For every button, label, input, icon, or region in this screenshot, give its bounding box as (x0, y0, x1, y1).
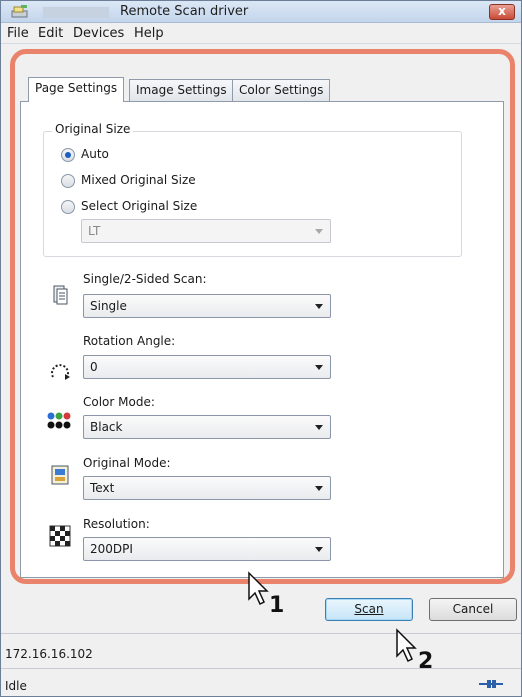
scan-button-label: Scan (354, 602, 384, 616)
title-bar[interactable]: Remote Scan driver x (1, 1, 521, 23)
rotation-icon (51, 364, 70, 380)
menu-devices[interactable]: Devices (73, 26, 124, 41)
scan-button[interactable]: Scan (325, 598, 413, 621)
sided-scan-select[interactable]: Single (83, 294, 331, 318)
radio-mixed-label: Mixed Original Size (81, 173, 196, 187)
original-size-label: Original Size (52, 122, 134, 136)
radio-select-label: Select Original Size (81, 199, 198, 213)
resolution-icon (49, 525, 71, 547)
window-title: Remote Scan driver (120, 4, 249, 19)
callout-number-2: 2 (418, 649, 434, 674)
chevron-down-icon (315, 425, 323, 430)
color-mode-icon (47, 412, 71, 429)
cancel-button[interactable]: Cancel (429, 598, 517, 621)
sided-scan-label: Single/2-Sided Scan: (83, 272, 207, 286)
title-redacted-block (43, 7, 109, 18)
rotation-angle-select[interactable]: 0 (83, 355, 331, 379)
rotation-angle-label: Rotation Angle: (83, 334, 176, 348)
radio-select-original-size[interactable] (61, 200, 75, 214)
radio-auto[interactable] (61, 148, 75, 162)
chevron-down-icon (315, 547, 323, 552)
duplex-scan-icon (53, 285, 68, 305)
color-mode-label: Color Mode: (83, 395, 155, 409)
original-mode-select[interactable]: Text (83, 476, 331, 500)
resolution-select[interactable]: 200DPI (83, 537, 331, 561)
sided-scan-value: Single (90, 299, 127, 313)
original-mode-icon (51, 465, 69, 485)
original-size-value: LT (88, 224, 101, 238)
connection-icon (479, 680, 503, 688)
remote-scan-window: Remote Scan driver x File Edit Devices H… (0, 0, 522, 697)
status-divider (1, 668, 521, 669)
original-size-select[interactable]: LT (81, 219, 331, 243)
chevron-down-icon (315, 365, 323, 370)
device-address: 172.16.16.102 (5, 647, 93, 661)
chevron-down-icon (315, 229, 323, 234)
color-mode-value: Black (90, 420, 123, 434)
scanner-app-icon (11, 5, 28, 18)
menu-edit[interactable]: Edit (38, 26, 63, 41)
tab-color-settings[interactable]: Color Settings (232, 79, 331, 101)
color-mode-select[interactable]: Black (83, 415, 331, 439)
tab-page-settings[interactable]: Page Settings (28, 77, 125, 102)
resolution-value: 200DPI (90, 542, 133, 556)
radio-auto-label: Auto (81, 147, 109, 161)
chevron-down-icon (315, 486, 323, 491)
menu-help[interactable]: Help (134, 26, 164, 41)
resolution-label: Resolution: (83, 517, 150, 531)
close-icon: x (498, 4, 506, 18)
menu-file[interactable]: File (7, 26, 29, 41)
chevron-down-icon (315, 304, 323, 309)
radio-mixed-original-size[interactable] (61, 174, 75, 188)
rotation-angle-value: 0 (90, 360, 98, 374)
callout-number-1: 1 (269, 593, 285, 618)
cancel-button-label: Cancel (452, 602, 494, 616)
close-button[interactable]: x (489, 4, 515, 20)
status-text: Idle (5, 679, 27, 693)
tab-image-settings[interactable]: Image Settings (129, 79, 234, 101)
original-mode-value: Text (90, 481, 115, 495)
status-divider (1, 633, 521, 634)
menu-bar: File Edit Devices Help (1, 23, 521, 44)
original-mode-label: Original Mode: (83, 456, 171, 470)
